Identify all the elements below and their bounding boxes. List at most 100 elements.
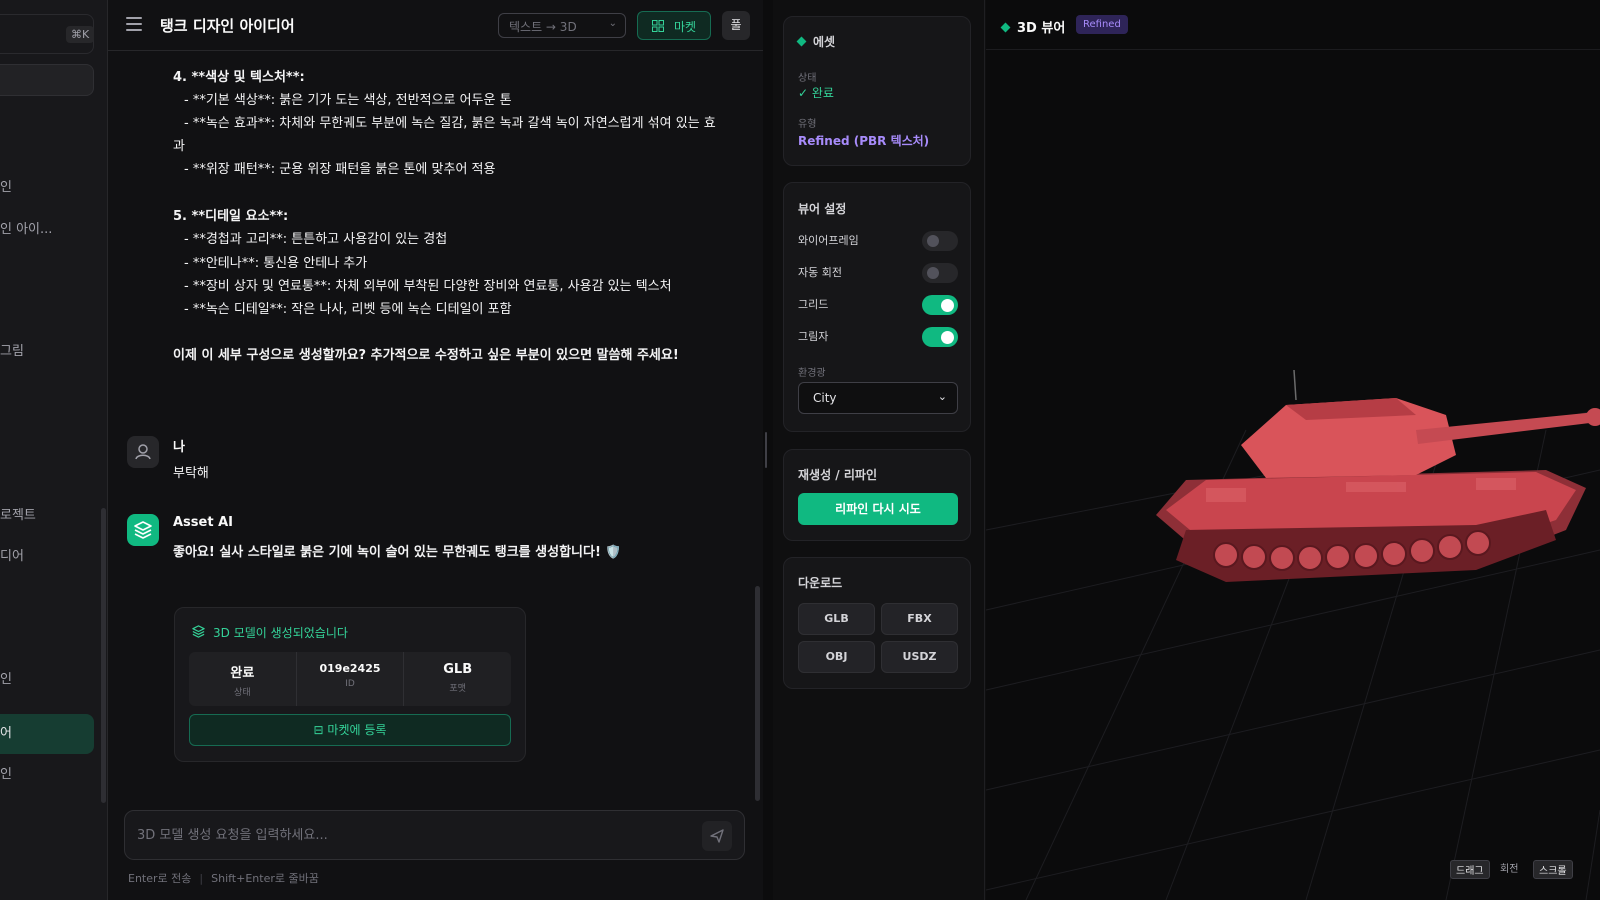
sidebar: ⌘K 인 인 아이... 그림 로젝트 디어 인 어 인 <box>0 0 108 900</box>
layers-icon <box>134 521 152 539</box>
message-line: - **안테나**: 통신용 안테나 추가 <box>184 256 368 271</box>
stat-format-label: 포맷 <box>449 684 466 694</box>
model-stats: 완료 상태 019e2425 ID GLB 포맷 <box>189 652 511 706</box>
sidebar-item-active[interactable]: 어 <box>0 714 94 754</box>
market-button[interactable]: 마켓 <box>637 11 711 40</box>
stat-format: GLB 포맷 <box>404 652 511 706</box>
viewer-settings-title: 뷰어 설정 <box>798 202 847 216</box>
sidebar-item[interactable]: 인 <box>0 660 94 700</box>
env-label: 환경광 <box>798 368 826 379</box>
mode-select[interactable]: 텍스트 → 3D ⌄ <box>498 13 626 38</box>
toggle-row-wireframe: 와이어프레임 <box>798 230 958 252</box>
input-hint: Enter로 전송 | Shift+Enter로 줄바꿈 <box>128 872 319 885</box>
send-button[interactable] <box>702 821 732 851</box>
3d-viewer[interactable]: 3D 뷰어 Refined 드래그 회전 스크롤 <box>986 0 1600 900</box>
message-line: - **위장 패턴**: 군용 위장 패턴을 붉은 톤에 맞추어 적용 <box>184 162 496 177</box>
toggle-row-autorotate: 자동 회전 <box>798 262 958 284</box>
download-obj-button[interactable]: OBJ <box>798 641 875 673</box>
download-card: 다운로드 GLB FBX OBJ USDZ <box>783 557 971 689</box>
user-message: 부탁해 <box>173 466 209 481</box>
regen-title: 재생성 / 리파인 <box>798 468 877 482</box>
sidebar-item[interactable]: 그림 <box>0 332 94 372</box>
sidebar-scrollbar[interactable] <box>101 508 106 803</box>
stat-status: 완료 상태 <box>189 652 297 706</box>
stat-format-value: GLB <box>443 662 473 677</box>
grid-toggle[interactable] <box>922 295 958 315</box>
mode-select-value: 텍스트 → 3D <box>509 20 577 34</box>
register-market-button[interactable]: ⊟ 마켓에 등록 <box>189 714 511 746</box>
viewer-title-text: 3D 뷰어 <box>1017 21 1066 36</box>
toggle-label: 그리드 <box>798 298 829 311</box>
toggle-label: 자동 회전 <box>798 266 842 279</box>
download-usdz-button[interactable]: USDZ <box>881 641 958 673</box>
diamond-icon <box>796 36 807 47</box>
message-line: 이제 이 세부 구성으로 생성할까요? 추가적으로 수정하고 싶은 부분이 있으… <box>173 348 679 363</box>
message-line: - **장비 상자 및 연료통**: 차체 외부에 부착된 다양한 장비와 연료… <box>184 279 672 294</box>
user-avatar <box>127 436 159 468</box>
model-card-title: 3D 모델이 생성되었습니다 <box>213 626 348 640</box>
asset-title-text: 에셋 <box>813 35 836 49</box>
tank-model <box>1156 369 1600 582</box>
model-result-card: 3D 모델이 생성되었습니다 완료 상태 019e2425 ID GLB 포맷 … <box>174 607 526 762</box>
chat-input[interactable] <box>137 811 677 859</box>
sidebar-item[interactable]: 인 <box>0 755 94 795</box>
viewer-header: 3D 뷰어 Refined <box>986 0 1600 50</box>
message-line: 과 <box>173 139 185 154</box>
stat-id: 019e2425 ID <box>297 652 405 706</box>
toggle-row-grid: 그리드 <box>798 294 958 316</box>
asset-card-title: 에셋 <box>796 33 836 50</box>
sidebar-item[interactable]: 인 <box>0 168 94 208</box>
ai-message: 좋아요! 실사 스타일로 붉은 기에 녹이 슬어 있는 무한궤도 탱크를 생성합… <box>173 545 622 560</box>
extra-button[interactable]: 풀 <box>722 11 750 40</box>
hint-send: Enter로 전송 <box>128 872 192 885</box>
message-line: 4. **색상 및 텍스처**: <box>173 70 305 85</box>
sidebar-search[interactable] <box>0 64 94 96</box>
scroll-key: 스크롤 <box>1533 860 1573 879</box>
toggle-label: 그림자 <box>798 330 829 343</box>
message-line: - **녹슨 디테일**: 작은 나사, 리벳 등에 녹슨 디테일이 포함 <box>184 302 512 317</box>
chevron-down-icon: ⌄ <box>937 390 947 403</box>
layers-icon <box>192 625 205 638</box>
stat-status-value: 완료 <box>230 666 255 681</box>
stat-status-label: 상태 <box>234 688 251 698</box>
user-icon <box>135 444 151 460</box>
model-card-header: 3D 모델이 생성되었습니다 <box>191 624 348 641</box>
user-name: 나 <box>173 440 185 455</box>
env-select[interactable]: City ⌄ <box>798 382 958 414</box>
chat-input-box <box>124 810 745 860</box>
sidebar-item[interactable]: 로젝트 <box>0 496 94 536</box>
chevron-down-icon: ⌄ <box>608 18 617 29</box>
drag-key: 드래그 <box>1450 860 1490 879</box>
menu-icon[interactable] <box>126 17 142 31</box>
refined-badge: Refined <box>1076 15 1128 34</box>
ai-name: Asset AI <box>173 515 233 530</box>
panel-resizer[interactable] <box>763 0 773 900</box>
drag-action: 회전 <box>1500 864 1519 875</box>
settings-panel: 에셋 상태 ✓ 완료 유형 Refined (PBR 텍스처) 뷰어 설정 와이… <box>773 0 985 900</box>
ai-avatar <box>127 514 159 546</box>
message-line: - **기본 색상**: 붉은 기가 도는 색상, 전반적으로 어두운 톤 <box>184 93 512 108</box>
asset-card: 에셋 상태 ✓ 완료 유형 Refined (PBR 텍스처) <box>783 16 971 166</box>
toggle-label: 와이어프레임 <box>798 234 859 247</box>
chat-panel: 탱크 디자인 아이디어 텍스트 → 3D ⌄ 마켓 풀 4. **색상 및 텍스… <box>108 0 763 900</box>
chat-scrollbar[interactable] <box>755 586 760 801</box>
app-root: ⌘K 인 인 아이... 그림 로젝트 디어 인 어 인 탱크 디자인 아이디어… <box>0 0 1600 900</box>
autorotate-toggle[interactable] <box>922 263 958 283</box>
sidebar-item[interactable]: 디어 <box>0 537 94 577</box>
sidebar-item[interactable]: 인 아이... <box>0 210 94 250</box>
type-label: 유형 <box>798 119 817 130</box>
type-value: Refined (PBR 텍스처) <box>798 134 930 148</box>
message-line: - **경첩과 고리**: 튼튼하고 사용감이 있는 경첩 <box>184 232 448 247</box>
download-fbx-button[interactable]: FBX <box>881 603 958 635</box>
grid-icon <box>652 20 664 32</box>
download-glb-button[interactable]: GLB <box>798 603 875 635</box>
env-select-value: City <box>813 391 837 405</box>
regen-card: 재생성 / 리파인 리파인 다시 시도 <box>783 449 971 541</box>
retry-refine-button[interactable]: 리파인 다시 시도 <box>798 493 958 525</box>
wireframe-toggle[interactable] <box>922 231 958 251</box>
message-line: 5. **디테일 요소**: <box>173 209 289 224</box>
shadow-toggle[interactable] <box>922 327 958 347</box>
diamond-icon <box>1000 22 1011 33</box>
shortcut-badge: ⌘K <box>66 26 95 43</box>
download-title: 다운로드 <box>798 576 843 590</box>
